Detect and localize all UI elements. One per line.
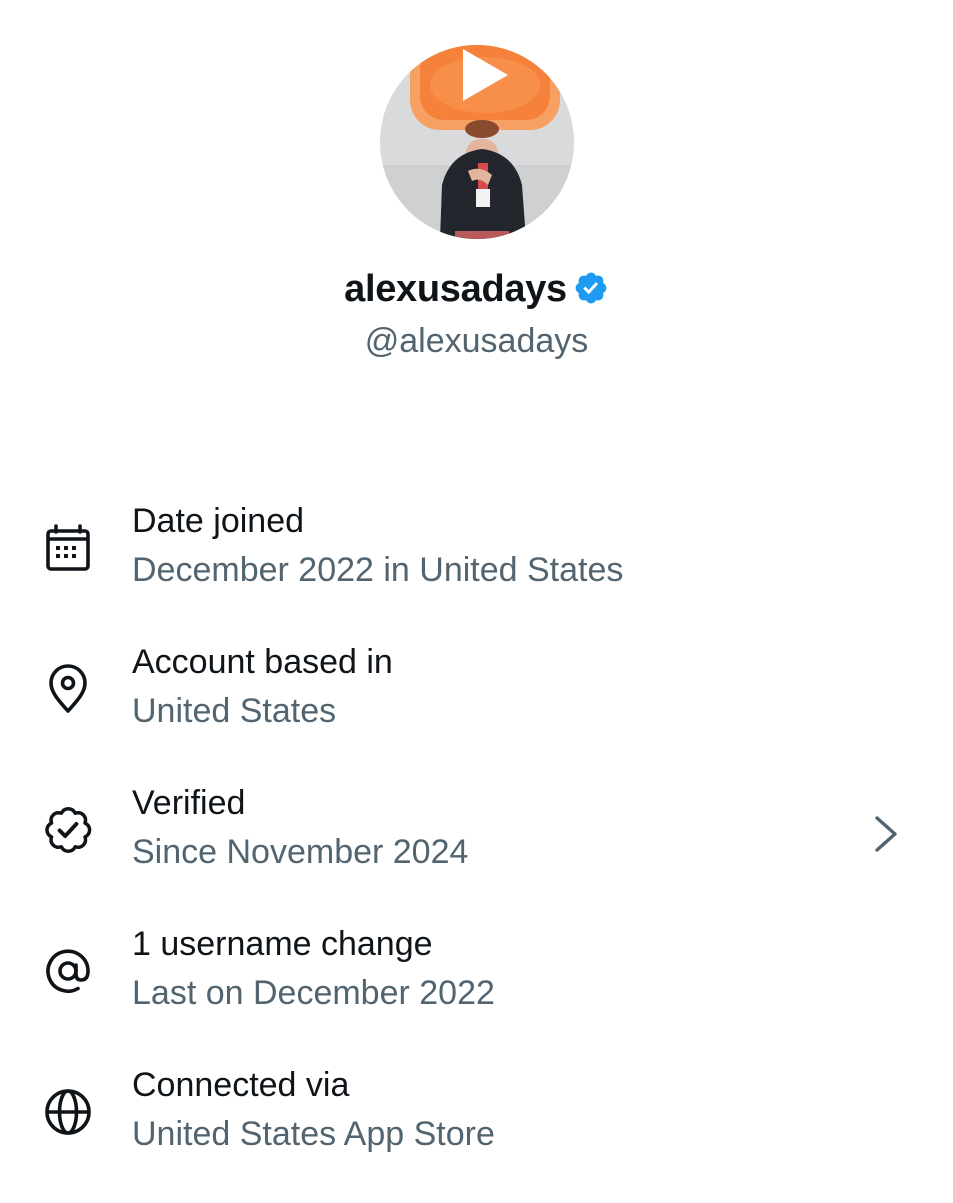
info-item-username-change: 1 username change Last on December 2022	[0, 921, 953, 1062]
info-subtitle: Last on December 2022	[132, 974, 495, 1012]
at-sign-icon	[40, 943, 96, 999]
info-subtitle: Since November 2024	[132, 833, 469, 871]
location-pin-icon	[40, 661, 96, 717]
account-info-list: Date joined December 2022 in United Stat…	[0, 498, 953, 1203]
info-item-verified[interactable]: Verified Since November 2024	[0, 780, 953, 921]
info-subtitle: United States	[132, 692, 337, 730]
chevron-right-icon[interactable]	[866, 810, 906, 858]
globe-icon	[40, 1084, 96, 1140]
calendar-icon	[40, 520, 96, 576]
info-item-account-based-in: Account based in United States	[0, 639, 953, 780]
avatar-photo-icon	[380, 45, 574, 239]
display-name-row: alexusadays	[0, 268, 953, 311]
display-name: alexusadays	[344, 268, 567, 310]
info-title: 1 username change	[132, 925, 433, 963]
info-title: Verified	[132, 784, 246, 822]
info-subtitle: December 2022 in United States	[132, 551, 624, 589]
verified-badge-icon[interactable]	[573, 270, 609, 306]
info-title: Date joined	[132, 502, 305, 540]
profile-avatar[interactable]	[380, 45, 574, 239]
info-item-connected-via: Connected via United States App Store	[0, 1062, 953, 1203]
info-item-date-joined: Date joined December 2022 in United Stat…	[0, 498, 953, 639]
info-title: Account based in	[132, 643, 393, 681]
verified-badge-icon	[40, 802, 96, 858]
profile-handle: @alexusadays	[364, 322, 589, 360]
info-subtitle: United States App Store	[132, 1115, 495, 1153]
info-title: Connected via	[132, 1066, 350, 1104]
